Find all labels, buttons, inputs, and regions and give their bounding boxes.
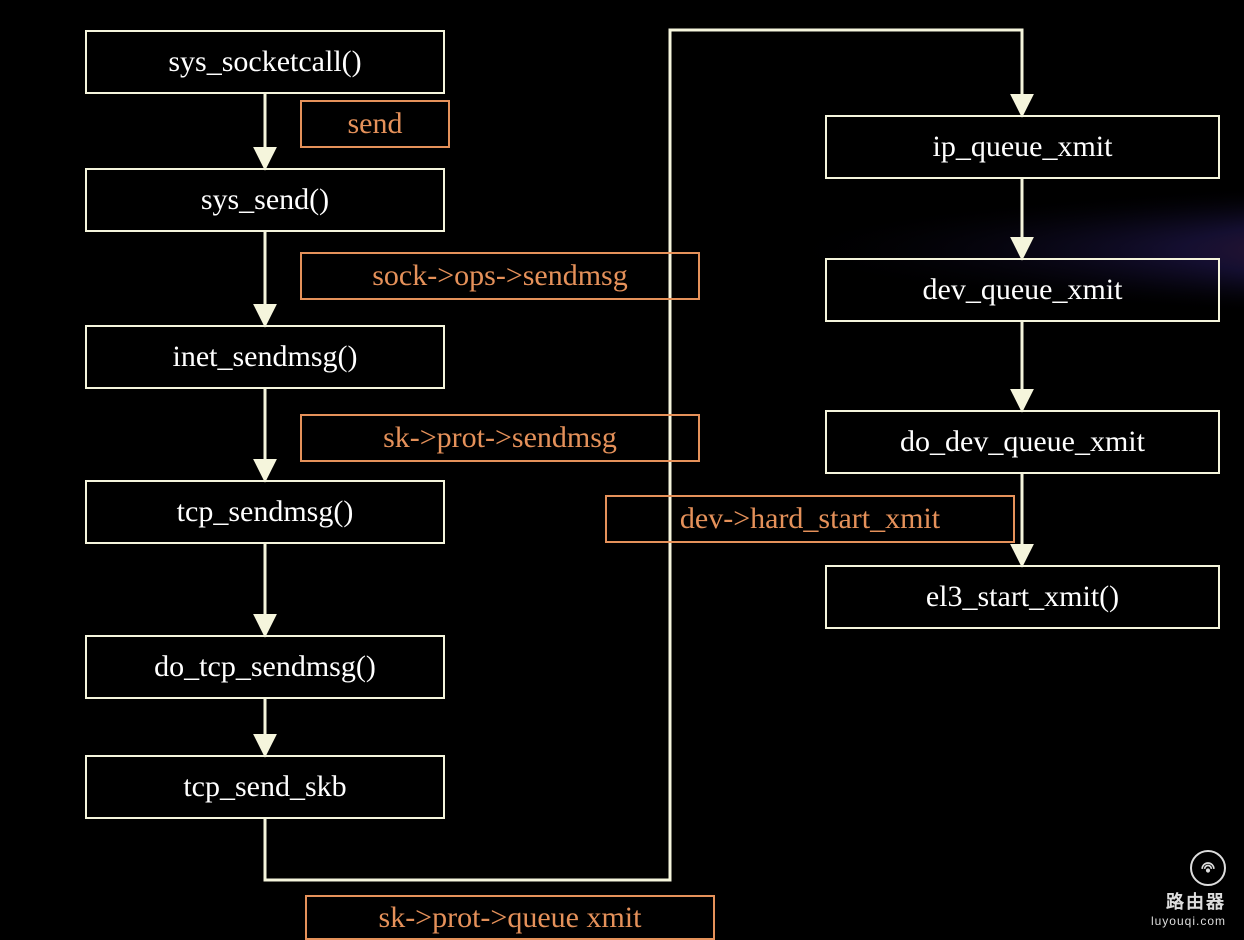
label-text: send <box>348 107 403 141</box>
node-dev-queue-xmit: dev_queue_xmit <box>825 258 1220 322</box>
node-text: do_tcp_sendmsg() <box>154 650 376 684</box>
label-text: sock->ops->sendmsg <box>372 259 627 293</box>
node-text: do_dev_queue_xmit <box>900 425 1145 459</box>
watermark-title: 路由器 <box>1151 888 1226 914</box>
label-text: sk->prot->sendmsg <box>383 421 617 455</box>
watermark-url: luyouqi.com <box>1151 914 1226 928</box>
node-ip-queue-xmit: ip_queue_xmit <box>825 115 1220 179</box>
node-tcp-send-skb: tcp_send_skb <box>85 755 445 819</box>
label-send: send <box>300 100 450 148</box>
node-text: tcp_send_skb <box>183 770 346 804</box>
node-sys-send: sys_send() <box>85 168 445 232</box>
watermark: 路由器 luyouqi.com <box>1151 850 1226 928</box>
node-text: el3_start_xmit() <box>926 580 1119 614</box>
node-do-dev-queue-xmit: do_dev_queue_xmit <box>825 410 1220 474</box>
label-text: dev->hard_start_xmit <box>680 502 940 536</box>
router-icon <box>1190 850 1226 886</box>
node-do-tcp-sendmsg: do_tcp_sendmsg() <box>85 635 445 699</box>
node-text: sys_socketcall() <box>168 45 361 79</box>
label-sk-prot-queue-xmit: sk->prot->queue xmit <box>305 895 715 940</box>
label-text: sk->prot->queue xmit <box>379 901 642 935</box>
node-text: tcp_sendmsg() <box>177 495 354 529</box>
node-text: sys_send() <box>201 183 329 217</box>
node-text: dev_queue_xmit <box>923 273 1123 307</box>
label-sk-prot-sendmsg: sk->prot->sendmsg <box>300 414 700 462</box>
label-sock-ops-sendmsg: sock->ops->sendmsg <box>300 252 700 300</box>
label-dev-hard-start-xmit: dev->hard_start_xmit <box>605 495 1015 543</box>
node-text: inet_sendmsg() <box>173 340 358 374</box>
node-inet-sendmsg: inet_sendmsg() <box>85 325 445 389</box>
node-tcp-sendmsg: tcp_sendmsg() <box>85 480 445 544</box>
node-el3-start-xmit: el3_start_xmit() <box>825 565 1220 629</box>
node-text: ip_queue_xmit <box>933 130 1113 164</box>
node-sys-socketcall: sys_socketcall() <box>85 30 445 94</box>
